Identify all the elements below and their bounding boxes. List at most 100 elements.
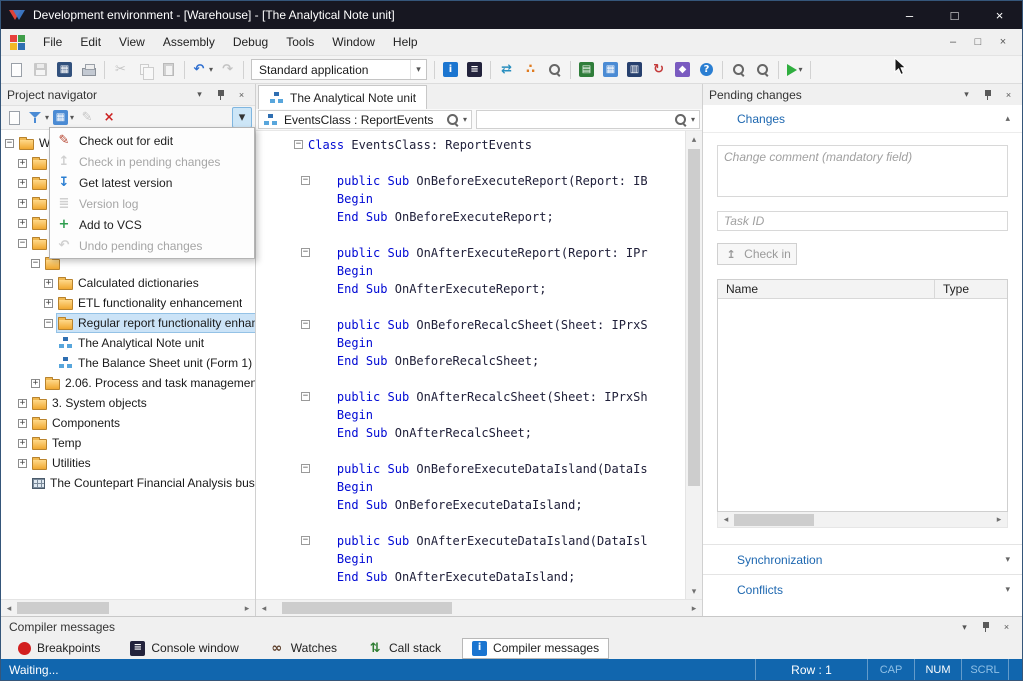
mdi-restore-button[interactable]: □ — [967, 33, 989, 51]
scroll-down-icon[interactable]: ▾ — [686, 583, 702, 599]
menu-tools[interactable]: Tools — [277, 29, 323, 55]
column-name[interactable]: Name — [718, 280, 934, 298]
menu-item-undo-pending-changes[interactable]: ↶Undo pending changes — [50, 235, 254, 256]
tab-analytical-note-unit[interactable]: The Analytical Note unit — [258, 85, 427, 109]
menu-help[interactable]: Help — [384, 29, 427, 55]
save-button[interactable] — [29, 58, 52, 82]
scroll-thumb[interactable] — [734, 514, 814, 526]
mdi-close-button[interactable]: × — [992, 33, 1014, 51]
refresh-metadata-button[interactable]: ⇄ — [495, 58, 518, 82]
tree-row[interactable]: +2.06. Process and task management — [1, 373, 255, 393]
check-in-button[interactable]: ↥ Check in — [717, 243, 797, 265]
tree-expander[interactable]: + — [44, 279, 53, 288]
scroll-right-icon[interactable]: ▸ — [686, 600, 702, 616]
table-list-button[interactable]: ▦ — [599, 58, 622, 82]
scroll-up-icon[interactable]: ▴ — [686, 131, 702, 147]
fold-marker[interactable]: − — [294, 140, 303, 149]
menu-item-check-out-for-edit[interactable]: ✎Check out for edit — [50, 130, 254, 151]
dictionary-button[interactable]: ◆ — [671, 58, 694, 82]
run-button[interactable]: ▾ — [783, 58, 806, 82]
tree-row[interactable]: +3. System objects — [1, 393, 255, 413]
rename-button[interactable]: ✎ — [77, 107, 97, 128]
vcs-menu-button[interactable]: ▾ — [232, 107, 252, 128]
chevron-down-icon[interactable]: ▾ — [691, 115, 695, 124]
menu-item-get-latest-version[interactable]: ↧Get latest version — [50, 172, 254, 193]
scroll-right-icon[interactable]: ▸ — [991, 512, 1007, 528]
tree-expander[interactable]: + — [18, 179, 27, 188]
filter-button[interactable]: ▾ — [26, 107, 50, 128]
section-synchronization[interactable]: Synchronization ▾ — [703, 544, 1022, 574]
tree-expander[interactable]: + — [18, 399, 27, 408]
menu-debug[interactable]: Debug — [224, 29, 277, 55]
close-button[interactable]: × — [977, 1, 1022, 29]
app-menu-icon[interactable] — [10, 35, 25, 50]
update-database-button[interactable]: ↻ — [647, 58, 670, 82]
maximize-button[interactable]: □ — [932, 1, 977, 29]
menu-item-add-to-vcs[interactable]: +Add to VCS — [50, 214, 254, 235]
tree-expander[interactable]: − — [31, 259, 40, 268]
tree-row[interactable]: +Temp — [1, 433, 255, 453]
panel-menu-button[interactable]: ▾ — [192, 87, 207, 102]
tree-expander[interactable]: + — [18, 439, 27, 448]
tree-expander[interactable]: + — [18, 219, 27, 228]
view-module-button[interactable] — [727, 58, 750, 82]
scroll-thumb[interactable] — [282, 602, 452, 614]
code-area[interactable]: −Class EventsClass: ReportEvents− public… — [256, 131, 685, 599]
tree-expander[interactable]: + — [18, 159, 27, 168]
minimize-button[interactable]: – — [887, 1, 932, 29]
tree-row[interactable]: +Utilities — [1, 453, 255, 473]
panel-close-button[interactable]: × — [999, 620, 1014, 635]
print-button[interactable] — [77, 58, 100, 82]
change-comment-field[interactable] — [717, 145, 1008, 197]
find-in-files-button[interactable] — [751, 58, 774, 82]
database-button[interactable]: ▥ — [623, 58, 646, 82]
column-type[interactable]: Type — [934, 280, 1007, 298]
mdi-minimize-button[interactable]: – — [942, 33, 964, 51]
copy-button[interactable] — [133, 58, 156, 82]
navigator-hscrollbar[interactable]: ◂ ▸ — [1, 599, 255, 616]
menu-item-version-log[interactable]: ≣Version log — [50, 193, 254, 214]
section-conflicts[interactable]: Conflicts ▾ — [703, 574, 1022, 604]
tree-row[interactable]: The Countepart Financial Analysis busine — [1, 473, 255, 493]
scroll-thumb[interactable] — [17, 602, 109, 614]
help-button[interactable]: ? — [695, 58, 718, 82]
member-selector[interactable]: EventsClass : ReportEvents ▾ — [258, 110, 472, 129]
search-input[interactable] — [481, 113, 673, 127]
view-options-button[interactable]: ▦▾ — [52, 107, 75, 128]
delete-button[interactable]: × — [99, 107, 119, 128]
tree-expander[interactable]: − — [5, 139, 14, 148]
menu-window[interactable]: Window — [323, 29, 384, 55]
console-button[interactable]: ≡ — [463, 58, 486, 82]
open-warehouse-button[interactable]: ▤ — [575, 58, 598, 82]
collapse-icon[interactable]: ▴ — [1005, 113, 1010, 124]
tree-row[interactable]: The Balance Sheet unit (Form 1) — [1, 353, 255, 373]
paste-button[interactable] — [157, 58, 180, 82]
undo-button[interactable]: ↶▾ — [189, 58, 215, 82]
object-info-button[interactable]: i — [439, 58, 462, 82]
tab-call-stack[interactable]: ⇅Call stack — [358, 638, 450, 659]
tree-row[interactable]: +ETL functionality enhancement — [1, 293, 255, 313]
menu-edit[interactable]: Edit — [71, 29, 110, 55]
scroll-left-icon[interactable]: ◂ — [256, 600, 272, 616]
pin-icon[interactable] — [980, 87, 995, 102]
menu-assembly[interactable]: Assembly — [154, 29, 224, 55]
tab-console-window[interactable]: ≡Console window — [121, 638, 247, 659]
panel-close-button[interactable]: × — [234, 87, 249, 102]
tree-expander[interactable]: − — [18, 239, 27, 248]
tab-watches[interactable]: ∞Watches — [260, 638, 346, 659]
tab-compiler-messages[interactable]: iCompiler messages — [462, 638, 609, 659]
new-document-button[interactable] — [5, 58, 28, 82]
table-hscrollbar[interactable]: ◂ ▸ — [717, 512, 1008, 528]
find-object-button[interactable] — [543, 58, 566, 82]
application-combo[interactable]: Standard application▾ — [251, 59, 427, 80]
tree-row[interactable]: The Analytical Note unit — [1, 333, 255, 353]
editor-hscrollbar[interactable]: ◂ ▸ — [256, 599, 702, 616]
tree-row[interactable]: +Calculated dictionaries — [1, 273, 255, 293]
panel-close-button[interactable]: × — [1001, 87, 1016, 102]
tree-expander[interactable]: − — [44, 319, 53, 328]
tree-row[interactable]: −Regular report functionality enhancemen… — [1, 313, 255, 333]
section-changes[interactable]: Changes ▴ — [703, 105, 1022, 133]
tree-expander[interactable]: + — [18, 199, 27, 208]
profiler-button[interactable]: ∴ — [519, 58, 542, 82]
scroll-thumb[interactable] — [688, 149, 700, 486]
